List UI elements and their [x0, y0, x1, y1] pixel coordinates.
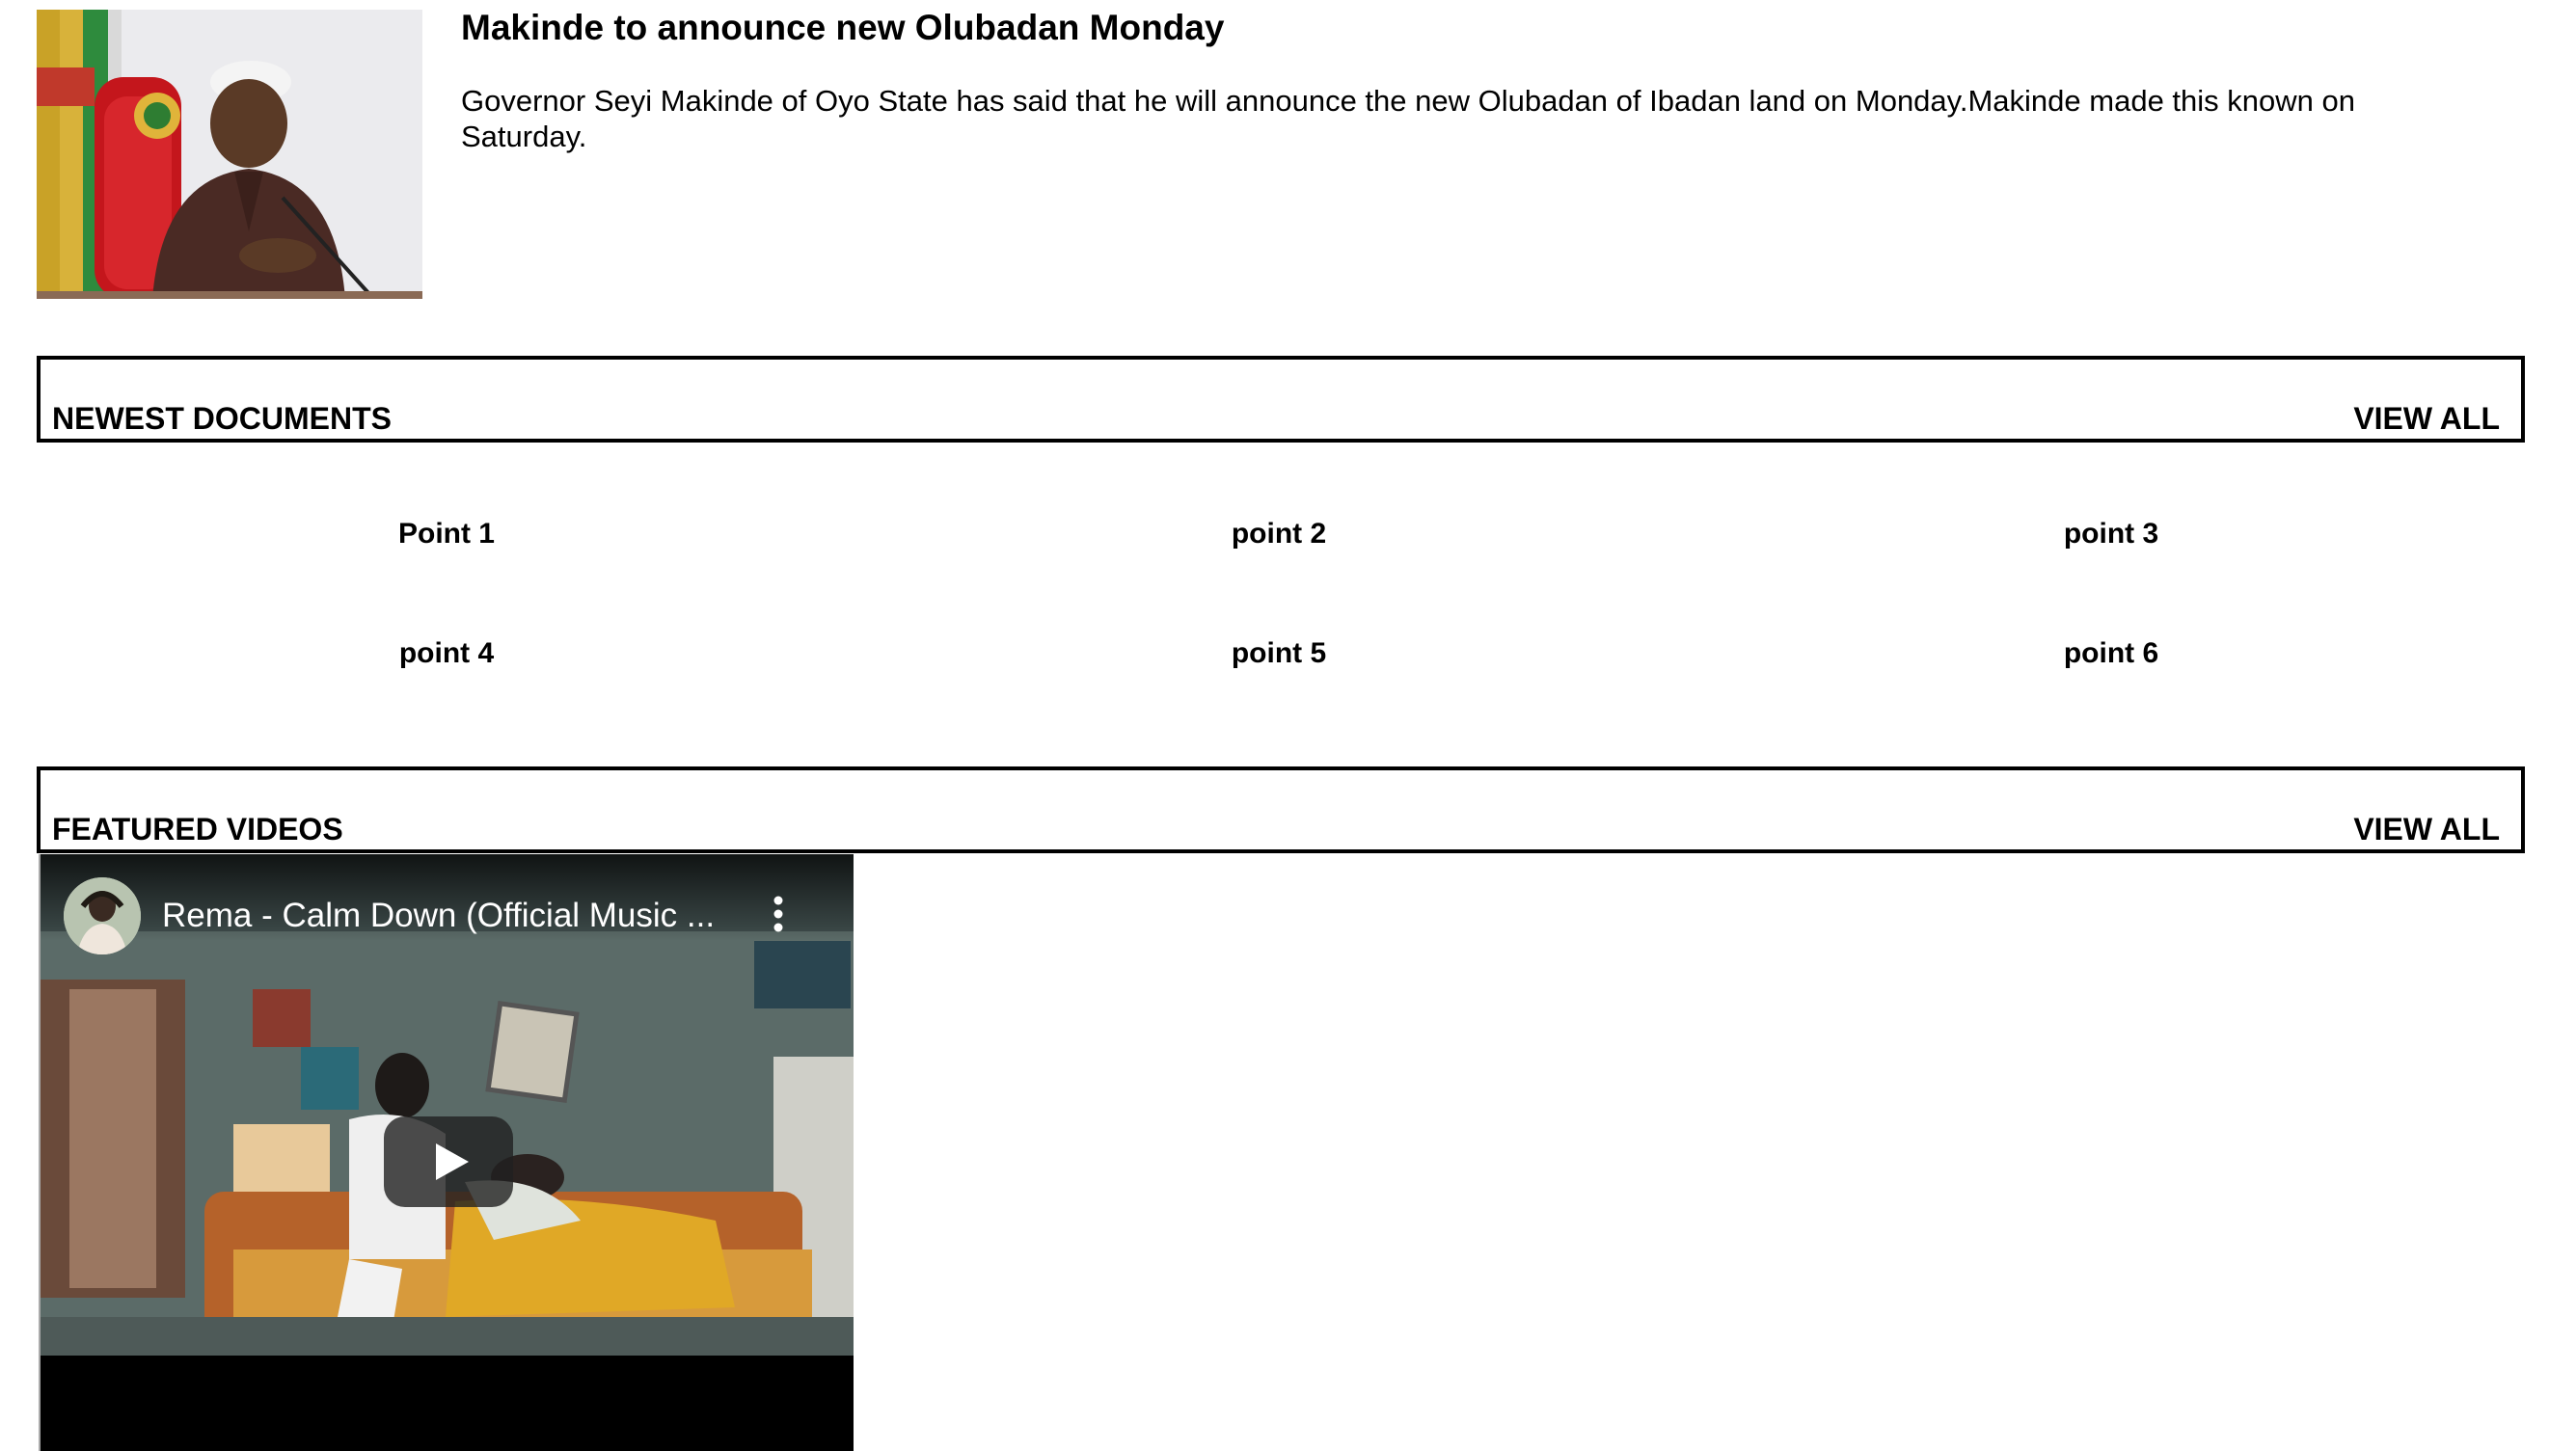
play-icon[interactable]: [384, 1116, 513, 1207]
video-title[interactable]: Rema - Calm Down (Official Music ...: [162, 897, 715, 935]
newest-documents-title: NEWEST DOCUMENTS: [52, 401, 392, 436]
newest-documents-header: NEWEST DOCUMENTS VIEW ALL: [37, 356, 2525, 443]
more-vert-icon[interactable]: [767, 893, 790, 935]
document-link-1[interactable]: Point 1: [302, 518, 591, 551]
governor-photo: [37, 10, 422, 299]
document-link-6[interactable]: point 6: [1966, 637, 2256, 670]
newest-documents-view-all-link[interactable]: VIEW ALL: [2353, 401, 2500, 437]
article-title[interactable]: Makinde to announce new Olubadan Monday: [461, 6, 1224, 50]
document-link-3[interactable]: point 3: [1966, 518, 2256, 551]
document-link-5[interactable]: point 5: [1134, 637, 1424, 670]
document-link-2[interactable]: point 2: [1134, 518, 1424, 551]
channel-avatar[interactable]: [64, 877, 141, 954]
article-body: Governor Seyi Makinde of Oyo State has s…: [461, 84, 2355, 153]
featured-videos-view-all-link[interactable]: VIEW ALL: [2353, 812, 2500, 847]
video-player[interactable]: Rema - Calm Down (Official Music ...: [39, 854, 854, 1451]
page: Makinde to announce new Olubadan Monday …: [0, 0, 2576, 1451]
featured-videos-title: FEATURED VIDEOS: [52, 812, 343, 846]
article-image[interactable]: [37, 10, 422, 299]
document-link-4[interactable]: point 4: [302, 637, 591, 670]
featured-videos-header: FEATURED VIDEOS VIEW ALL: [37, 766, 2525, 853]
avatar-image: [64, 877, 141, 954]
